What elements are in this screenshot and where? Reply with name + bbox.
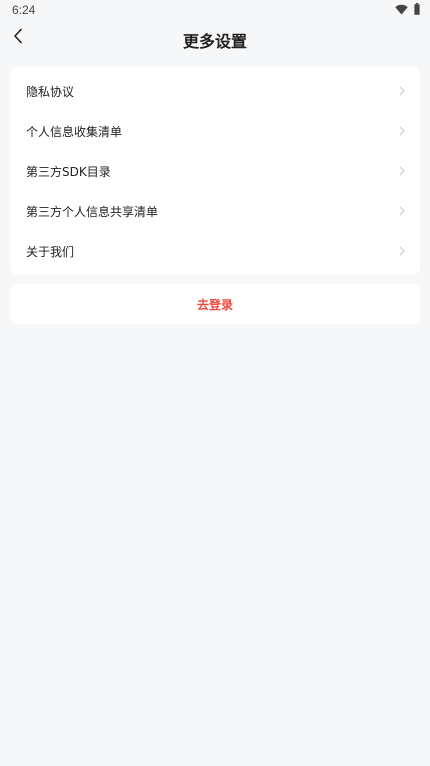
- chevron-right-icon: [398, 166, 406, 176]
- page-title: 更多设置: [182, 32, 247, 51]
- settings-item-privacy-policy[interactable]: 隐私协议: [10, 71, 420, 111]
- settings-item-label: 隐私协议: [26, 84, 75, 99]
- settings-item-label: 第三方个人信息共享清单: [26, 204, 159, 219]
- chevron-right-icon: [398, 246, 406, 256]
- header: 更多设置: [0, 20, 430, 56]
- login-button-label: 去登录: [196, 297, 233, 312]
- chevron-right-icon: [398, 206, 406, 216]
- settings-item-third-party-sdk[interactable]: 第三方SDK目录: [10, 151, 420, 191]
- chevron-right-icon: [398, 126, 406, 136]
- status-icons: [395, 3, 420, 15]
- settings-item-about-us[interactable]: 关于我们: [10, 231, 420, 271]
- settings-item-personal-info-list[interactable]: 个人信息收集清单: [10, 111, 420, 151]
- chevron-right-icon: [398, 86, 406, 96]
- settings-item-label: 个人信息收集清单: [26, 124, 123, 139]
- status-time: 6:24: [12, 3, 36, 17]
- settings-item-third-party-sharing[interactable]: 第三方个人信息共享清单: [10, 191, 420, 231]
- battery-icon: [414, 3, 420, 15]
- status-bar: 6:24: [0, 0, 430, 20]
- settings-item-label: 关于我们: [26, 244, 75, 259]
- settings-list: 隐私协议 个人信息收集清单 第三方SDK目录 第三方个人信息共享清单 关于我们: [10, 67, 420, 275]
- login-button[interactable]: 去登录: [10, 284, 420, 324]
- settings-item-label: 第三方SDK目录: [26, 164, 111, 179]
- wifi-icon: [395, 4, 408, 15]
- more-settings-screen: 6:24 更多设置 隐私协议 个人信息收集清单 第三方SDK目录 第三方个人信息…: [0, 0, 430, 766]
